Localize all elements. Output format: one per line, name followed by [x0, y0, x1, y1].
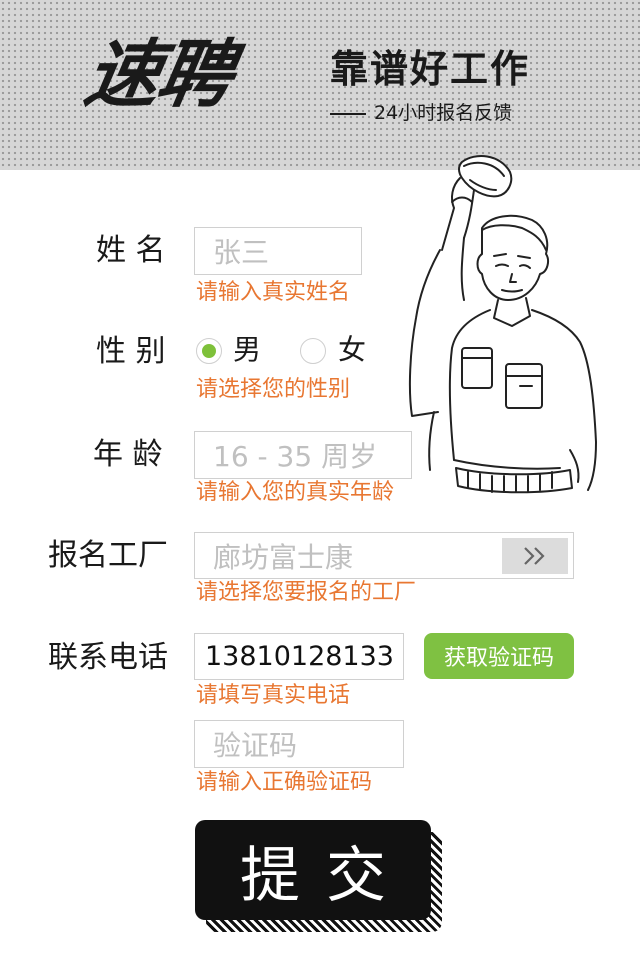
name-input[interactable]: 张三	[194, 227, 362, 275]
verification-code-input[interactable]: 验证码	[194, 720, 404, 768]
phone-hint: 请填写真实电话	[196, 683, 351, 708]
dash-divider	[330, 112, 366, 115]
gender-radio-male[interactable]	[196, 338, 222, 364]
age-input[interactable]: 16 - 35 周岁	[194, 431, 412, 479]
slogan-subline: 24小时报名反馈	[330, 104, 512, 123]
age-hint: 请输入您的真实年龄	[196, 480, 395, 505]
app-logo: 速聘	[78, 32, 238, 118]
slogan: 靠谱好工作	[330, 47, 531, 91]
double-chevron-right-icon	[524, 547, 545, 565]
age-label: 年 龄	[93, 437, 163, 472]
submit-button[interactable]: 提交	[195, 820, 431, 920]
gender-option-male[interactable]: 男	[233, 336, 261, 364]
factory-hint: 请选择您要报名的工厂	[196, 580, 417, 605]
name-label: 姓 名	[96, 233, 166, 268]
name-hint: 请输入真实姓名	[196, 280, 351, 305]
gender-radio-female[interactable]	[300, 338, 326, 364]
get-verification-code-button[interactable]: 获取验证码	[424, 633, 574, 679]
worker-illustration	[408, 155, 597, 494]
factory-select-button[interactable]	[502, 538, 568, 574]
gender-label: 性 别	[96, 334, 166, 369]
header-banner: 速聘 靠谱好工作 24小时报名反馈	[0, 0, 640, 170]
phone-label: 联系电话	[48, 640, 168, 675]
phone-input[interactable]: 13810128133	[194, 633, 404, 680]
subline-text: 24小时报名反馈	[374, 102, 513, 124]
gender-option-female[interactable]: 女	[338, 336, 366, 364]
gender-hint: 请选择您的性别	[196, 377, 351, 402]
verification-code-hint: 请输入正确验证码	[196, 770, 373, 795]
factory-label: 报名工厂	[48, 538, 168, 573]
